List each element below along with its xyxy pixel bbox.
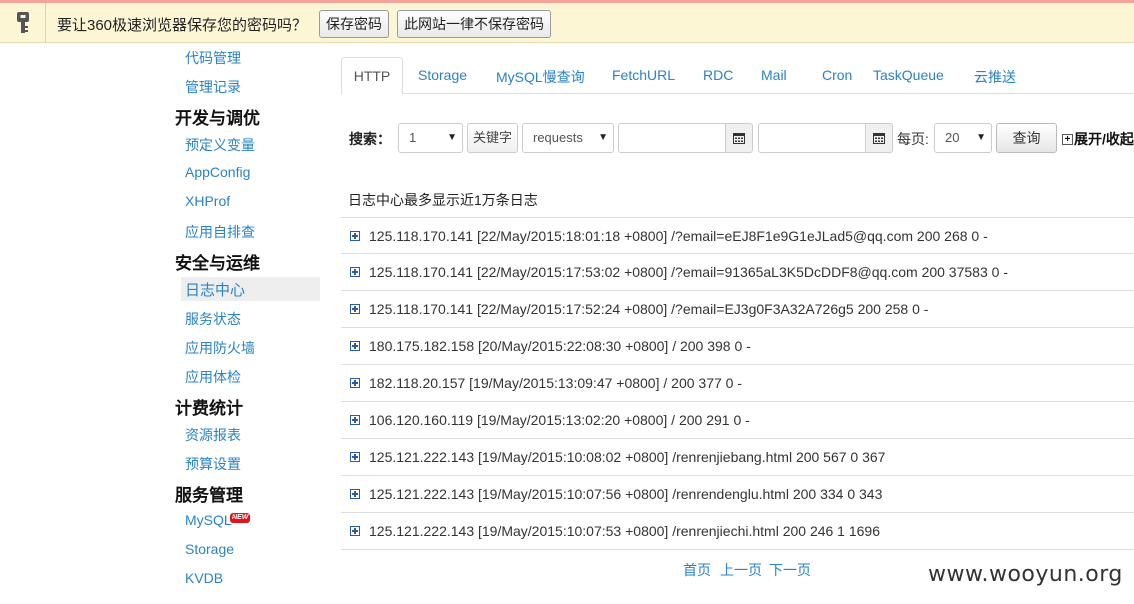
sidebar-item-label: 日志中心: [185, 282, 246, 299]
keyword-button[interactable]: 关键字: [467, 123, 518, 153]
tab-cron[interactable]: Cron: [822, 67, 852, 83]
sidebar-item-code-management[interactable]: 代码管理: [185, 48, 241, 68]
calendar-icon[interactable]: [865, 123, 893, 153]
log-entry-text: 125.121.222.143 [19/May/2015:10:07:56 +0…: [369, 486, 883, 502]
expand-collapse-toggle[interactable]: + 展开/收起: [1062, 129, 1134, 149]
log-entry-text: 125.118.170.141 [22/May/2015:18:01:18 +0…: [369, 228, 988, 244]
page-select[interactable]: 1 ▼: [398, 123, 463, 153]
sidebar-item-appconfig[interactable]: AppConfig: [185, 164, 250, 180]
log-entry-text: 106.120.160.119 [19/May/2015:13:02:20 +0…: [369, 412, 750, 428]
sidebar-item-log-center[interactable]: 日志中心: [181, 277, 320, 301]
date-to-input[interactable]: [758, 123, 866, 153]
plus-icon: +: [1062, 133, 1073, 145]
sidebar-item-budget[interactable]: 预算设置: [185, 454, 241, 474]
expand-collapse-label: 展开/收起: [1074, 131, 1134, 147]
tab-taskqueue[interactable]: TaskQueue: [873, 67, 944, 83]
log-row[interactable]: 125.118.170.141 [22/May/2015:17:52:24 +0…: [341, 291, 1134, 328]
tab-http[interactable]: HTTP: [341, 57, 403, 95]
pager-next[interactable]: 下一页: [769, 560, 811, 580]
log-row[interactable]: 125.121.222.143 [19/May/2015:10:08:02 +0…: [341, 439, 1134, 476]
log-row[interactable]: 180.175.182.158 [20/May/2015:22:08:30 +0…: [341, 328, 1134, 365]
log-row[interactable]: 125.118.170.141 [22/May/2015:18:01:18 +0…: [341, 217, 1134, 254]
sidebar-heading-security: 安全与运维: [175, 254, 260, 274]
per-page-label: 每页:: [897, 131, 929, 147]
sidebar-item-service-status[interactable]: 服务状态: [185, 309, 241, 329]
search-label: 搜索：: [349, 131, 391, 147]
new-badge: NEW: [230, 513, 251, 523]
password-prompt-text: 要让360极速浏览器保存您的密码吗？: [57, 17, 308, 34]
sidebar-item-storage[interactable]: Storage: [185, 541, 234, 557]
tab-fetchurl[interactable]: FetchURL: [612, 67, 675, 83]
tab-mysql-slow-query[interactable]: MySQL慢查询: [496, 67, 585, 87]
sidebar-item-self-check[interactable]: 应用自排查: [185, 222, 255, 242]
tab-cloud-push[interactable]: 云推送: [974, 67, 1016, 87]
log-limit-notice: 日志中心最多显示近1万条日志: [348, 192, 538, 208]
tab-mail[interactable]: Mail: [761, 67, 787, 83]
expand-plus-icon[interactable]: [350, 526, 360, 536]
sidebar-item-kvdb[interactable]: KVDB: [185, 570, 223, 586]
tab-rdc[interactable]: RDC: [703, 67, 733, 83]
sidebar-item-firewall[interactable]: 应用防火墙: [185, 338, 255, 358]
query-button[interactable]: 查询: [996, 123, 1057, 153]
log-list: 125.118.170.141 [22/May/2015:18:01:18 +0…: [341, 217, 1134, 550]
log-entry-text: 125.118.170.141 [22/May/2015:17:53:02 +0…: [369, 264, 1008, 280]
pager-first[interactable]: 首页: [683, 560, 711, 580]
expand-plus-icon[interactable]: [350, 267, 360, 277]
sidebar-item-mysql[interactable]: MySQL: [185, 512, 232, 528]
key-icon: [0, 3, 46, 43]
expand-plus-icon[interactable]: [350, 415, 360, 425]
tab-storage[interactable]: Storage: [418, 67, 467, 83]
sidebar-item-predefined-vars[interactable]: 预定义变量: [185, 135, 255, 155]
chevron-down-icon: ▼: [976, 132, 986, 143]
log-entry-text: 125.121.222.143 [19/May/2015:10:08:02 +0…: [369, 449, 886, 465]
log-row[interactable]: 182.118.20.157 [19/May/2015:13:09:47 +08…: [341, 365, 1134, 402]
log-row[interactable]: 125.118.170.141 [22/May/2015:17:53:02 +0…: [341, 254, 1134, 291]
sidebar-heading-services: 服务管理: [175, 486, 243, 506]
log-entry-text: 125.121.222.143 [19/May/2015:10:07:53 +0…: [369, 523, 881, 539]
sidebar-item-resource-report[interactable]: 资源报表: [185, 425, 241, 445]
expand-plus-icon[interactable]: [350, 489, 360, 499]
sidebar-item-health-check[interactable]: 应用体检: [185, 367, 241, 387]
chevron-down-icon: ▼: [598, 132, 608, 143]
expand-plus-icon[interactable]: [350, 378, 360, 388]
sidebar-heading-dev: 开发与调优: [175, 109, 260, 129]
sidebar-item-management-log[interactable]: 管理记录: [185, 77, 241, 97]
log-row[interactable]: 125.121.222.143 [19/May/2015:10:07:53 +0…: [341, 513, 1134, 550]
date-from-input[interactable]: [618, 123, 726, 153]
watermark: www.wooyun.org: [928, 562, 1123, 587]
per-page-value: 20: [945, 130, 960, 145]
log-row[interactable]: 125.121.222.143 [19/May/2015:10:07:56 +0…: [341, 476, 1134, 513]
chevron-down-icon: ▼: [447, 132, 457, 143]
expand-plus-icon[interactable]: [350, 341, 360, 351]
never-save-password-button[interactable]: 此网站一律不保存密码: [397, 10, 551, 38]
sidebar-item-xhprof[interactable]: XHProf: [185, 193, 230, 209]
expand-plus-icon[interactable]: [350, 231, 360, 241]
save-password-button[interactable]: 保存密码: [319, 10, 389, 38]
log-row[interactable]: 106.120.160.119 [19/May/2015:13:02:20 +0…: [341, 402, 1134, 439]
per-page-select[interactable]: 20 ▼: [934, 123, 992, 153]
password-save-bar: 要让360极速浏览器保存您的密码吗？ 保存密码 此网站一律不保存密码: [0, 0, 1134, 43]
expand-plus-icon[interactable]: [350, 452, 360, 462]
log-entry-text: 125.118.170.141 [22/May/2015:17:52:24 +0…: [369, 301, 929, 317]
calendar-icon[interactable]: [725, 123, 753, 153]
pager-prev[interactable]: 上一页: [720, 560, 762, 580]
log-entry-text: 182.118.20.157 [19/May/2015:13:09:47 +08…: [369, 375, 742, 391]
page-select-value: 1: [409, 130, 417, 145]
expand-plus-icon[interactable]: [350, 304, 360, 314]
log-entry-text: 180.175.182.158 [20/May/2015:22:08:30 +0…: [369, 338, 751, 354]
log-type-select[interactable]: requests ▼: [522, 123, 614, 153]
sidebar-heading-billing: 计费统计: [175, 399, 243, 419]
log-type-select-value: requests: [533, 130, 583, 145]
log-type-tabs: HTTP Storage MySQL慢查询 FetchURL RDC Mail …: [341, 57, 1134, 95]
